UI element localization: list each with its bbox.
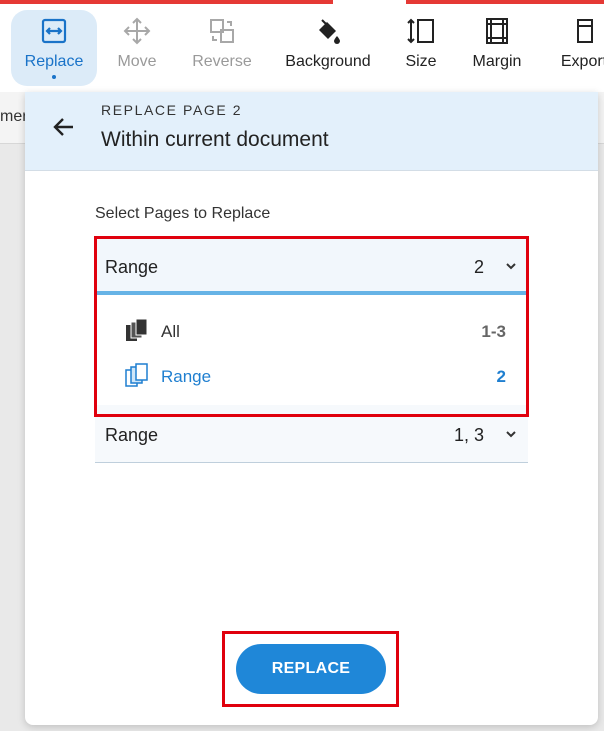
panel-header: REPLACE PAGE 2 Within current document xyxy=(25,92,598,171)
move-tool-label: Move xyxy=(117,53,157,70)
margin-tool-label: Margin xyxy=(472,53,522,70)
export-tool-label: Export xyxy=(560,53,604,70)
size-tool-button[interactable]: Size xyxy=(396,10,446,86)
swap-box-icon xyxy=(40,10,68,52)
panel-title: Within current document xyxy=(101,128,329,151)
back-arrow-icon[interactable] xyxy=(51,114,77,140)
export-icon xyxy=(570,10,598,52)
chevron-down-icon xyxy=(506,431,516,438)
margin-tool-button[interactable]: Margin xyxy=(468,10,526,86)
size-tool-label: Size xyxy=(405,53,437,70)
highlight-box-dropdown xyxy=(94,236,529,417)
background-tool-button[interactable]: Background xyxy=(280,10,376,86)
target-range-label: Range xyxy=(105,425,159,445)
accent-strip-left xyxy=(0,0,333,4)
paint-bucket-icon xyxy=(313,10,343,52)
highlight-box-replace xyxy=(222,631,399,707)
margin-icon xyxy=(483,10,511,52)
reverse-pages-icon xyxy=(207,10,237,52)
reverse-tool-label: Reverse xyxy=(192,53,252,70)
active-indicator-dot xyxy=(52,75,56,79)
replace-page-panel: REPLACE PAGE 2 Within current document S… xyxy=(25,92,598,725)
document-tab-label[interactable]: mer xyxy=(0,108,28,126)
toolbar: Replace Move Reverse Background Size Mar… xyxy=(0,0,604,92)
panel-overline: REPLACE PAGE 2 xyxy=(101,102,243,118)
replace-tool-button[interactable]: Replace xyxy=(11,10,97,86)
move-tool-button[interactable]: Move xyxy=(104,10,170,86)
select-pages-label: Select Pages to Replace xyxy=(95,205,271,222)
replace-tool-label: Replace xyxy=(24,53,84,70)
accent-strip-right xyxy=(406,0,604,4)
export-tool-button[interactable]: Export xyxy=(554,10,604,86)
reverse-tool-button[interactable]: Reverse xyxy=(186,10,258,86)
target-range-value: 1, 3 xyxy=(453,425,484,445)
page-size-icon xyxy=(406,10,436,52)
background-tool-label: Background xyxy=(285,53,371,70)
move-arrows-icon xyxy=(122,10,152,52)
